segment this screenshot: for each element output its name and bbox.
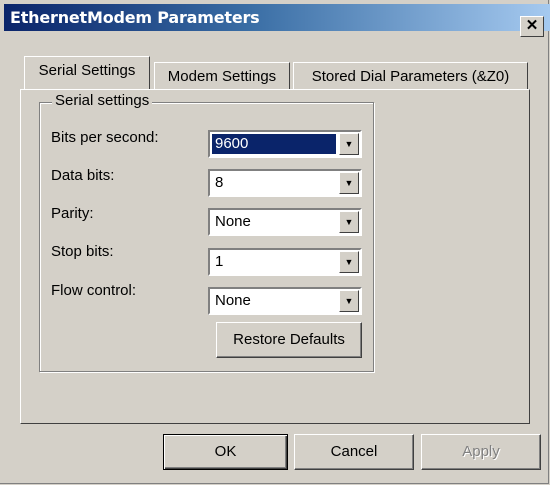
window-title: EthernetModem Parameters <box>10 8 260 27</box>
tab-label: Stored Dial Parameters (&Z0) <box>311 68 510 85</box>
tab-label: Modem Settings <box>167 68 277 85</box>
button-label: Apply <box>462 443 500 460</box>
tab-stored-dial-parameters[interactable]: Stored Dial Parameters (&Z0) <box>293 62 528 89</box>
close-button[interactable]: ✕ <box>520 16 544 37</box>
button-label: OK <box>214 443 237 460</box>
close-icon: ✕ <box>525 17 539 34</box>
tab-label: Serial Settings <box>38 62 136 79</box>
tab-modem-settings[interactable]: Modem Settings <box>154 62 290 89</box>
button-label: Cancel <box>330 443 378 460</box>
serial-settings-panel <box>20 89 530 424</box>
ok-button[interactable]: OK <box>163 434 288 470</box>
cancel-button[interactable]: Cancel <box>294 434 414 470</box>
apply-button[interactable]: Apply <box>421 434 541 470</box>
title-bar[interactable]: EthernetModem Parameters <box>4 4 550 31</box>
tab-serial-settings[interactable]: Serial Settings <box>24 56 150 89</box>
